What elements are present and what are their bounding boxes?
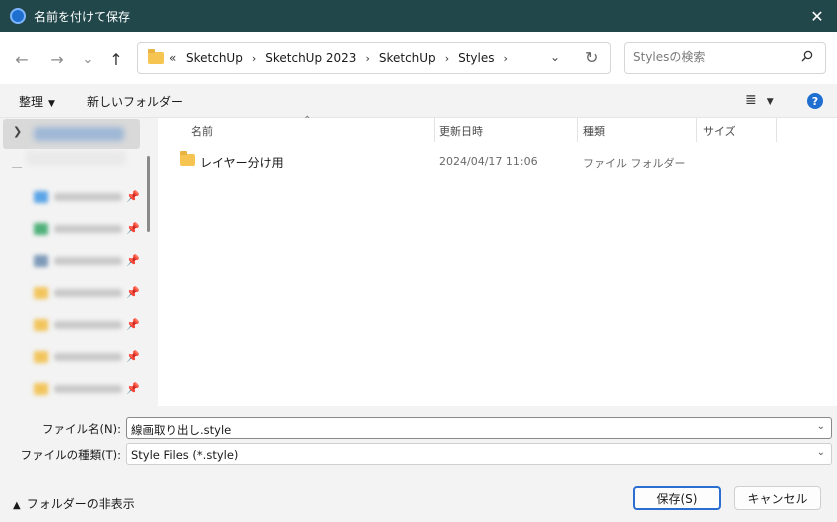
file-row[interactable]: レイヤー分け用 2024/04/17 11:06 ファイル フォルダー — [158, 150, 837, 172]
pin-icon[interactable]: 📌 — [126, 222, 140, 235]
save-button[interactable]: 保存(S) — [633, 486, 721, 510]
column-header-size[interactable]: サイズ — [703, 118, 736, 142]
organize-label: 整理 — [19, 95, 44, 109]
sidebar-item-pinned[interactable]: 📌 — [34, 188, 140, 208]
close-icon[interactable]: ✕ — [797, 0, 837, 32]
address-bar[interactable]: « SketchUp › SketchUp 2023 › SketchUp › … — [137, 42, 611, 74]
sidebar-item-pinned[interactable]: 📌 — [34, 380, 140, 400]
sidebar-item-pinned[interactable]: 📌 — [34, 316, 140, 336]
sidebar-scrollbar[interactable] — [147, 156, 150, 232]
sidebar-divider — [12, 167, 22, 168]
file-list: ⌃ 名前 更新日時 種類 サイズ レイヤー分け用 2024/04/17 11:0… — [158, 115, 837, 406]
up-arrow-icon[interactable]: ↑ — [105, 48, 127, 70]
forward-arrow-icon[interactable]: → — [46, 48, 68, 70]
breadcrumb-item-sketchup[interactable]: SketchUp — [186, 51, 243, 65]
sidebar-item-pinned[interactable]: 📌 — [34, 220, 140, 240]
hide-folders-button[interactable]: ▲ フォルダーの非表示 — [13, 495, 135, 512]
documents-icon — [34, 255, 48, 267]
breadcrumb-separator-icon[interactable]: › — [445, 52, 449, 65]
dialog-footer: ▲ フォルダーの非表示 保存(S) キャンセル — [0, 468, 837, 522]
filetype-label: ファイルの種類(T): — [20, 448, 121, 462]
navigation-pane: ❯ 📌 📌 📌 📌 📌 📌 📌 — [0, 118, 158, 406]
chevron-down-icon[interactable]: ⌄ — [817, 447, 825, 458]
cancel-button[interactable]: キャンセル — [734, 486, 821, 510]
pin-icon[interactable]: 📌 — [126, 350, 140, 363]
column-header-name[interactable]: 名前 — [191, 118, 213, 142]
sidebar-blurred-home — [34, 127, 124, 141]
breadcrumb-item-styles[interactable]: Styles — [458, 51, 494, 65]
sidebar-item-label — [54, 289, 122, 297]
sidebar-item-pinned[interactable]: 📌 — [34, 252, 140, 272]
sidebar-item-label — [54, 225, 122, 233]
column-divider[interactable] — [434, 118, 435, 142]
window-title: 名前を付けて保存 — [34, 10, 131, 24]
file-type: ファイル フォルダー — [583, 157, 686, 170]
sidebar-item-label — [54, 321, 122, 329]
save-fields: ファイル名(N): 線画取り出し.style ⌄ ファイルの種類(T): Sty… — [0, 406, 837, 468]
filename-field[interactable]: 線画取り出し.style ⌄ — [126, 417, 832, 439]
sidebar-item-label — [54, 193, 122, 201]
breadcrumb: SketchUp › SketchUp 2023 › SketchUp › St… — [186, 51, 517, 65]
search-input[interactable] — [633, 50, 793, 64]
help-icon[interactable]: ? — [807, 93, 823, 109]
pin-icon[interactable]: 📌 — [126, 382, 140, 395]
sidebar-blurred-item — [26, 151, 126, 165]
new-folder-button[interactable]: 新しいフォルダー — [87, 93, 183, 110]
breadcrumb-separator-icon[interactable]: › — [365, 52, 369, 65]
breadcrumb-separator-icon[interactable]: › — [252, 52, 256, 65]
address-dropdown-icon[interactable]: ⌄ — [550, 50, 560, 64]
desktop-icon — [34, 191, 48, 203]
recent-locations-chevron-icon[interactable]: ⌄ — [77, 48, 99, 70]
list-view-icon: ≣ — [745, 92, 757, 108]
refresh-icon[interactable]: ↻ — [585, 48, 598, 67]
column-divider[interactable] — [577, 118, 578, 142]
sidebar-item-pinned[interactable]: 📌 — [34, 284, 140, 304]
sidebar-item-label — [54, 385, 122, 393]
sidebar-item-label — [54, 353, 122, 361]
overflow-chevron-icon[interactable]: « — [169, 51, 176, 65]
hide-folders-label: フォルダーの非表示 — [26, 497, 135, 511]
chevron-up-icon: ▲ — [13, 500, 21, 511]
column-header-type[interactable]: 種類 — [583, 118, 605, 142]
breadcrumb-separator-icon[interactable]: › — [504, 52, 508, 65]
filetype-value: Style Files (*.style) — [131, 448, 239, 462]
file-name: レイヤー分け用 — [200, 156, 284, 170]
sidebar-item-pinned[interactable]: 📌 — [34, 348, 140, 368]
sort-ascending-icon: ⌃ — [303, 115, 312, 126]
folder-icon — [34, 351, 48, 363]
pin-icon[interactable]: 📌 — [126, 190, 140, 203]
sketchup-app-icon — [10, 8, 26, 24]
view-options-button[interactable]: ≣ ▼ — [745, 92, 774, 108]
folder-icon — [180, 151, 195, 166]
navigation-bar: ← → ⌄ ↑ « SketchUp › SketchUp 2023 › Ske… — [0, 32, 837, 84]
breadcrumb-item-sketchup-sub[interactable]: SketchUp — [379, 51, 436, 65]
caret-down-icon: ▼ — [48, 99, 55, 109]
pin-icon[interactable]: 📌 — [126, 318, 140, 331]
breadcrumb-item-sketchup-2023[interactable]: SketchUp 2023 — [265, 51, 356, 65]
column-header-date[interactable]: 更新日時 — [439, 118, 483, 142]
file-date: 2024/04/17 11:06 — [439, 155, 538, 168]
folder-icon — [34, 287, 48, 299]
pin-icon[interactable]: 📌 — [126, 286, 140, 299]
sidebar-item-label — [54, 257, 122, 265]
search-icon[interactable] — [801, 50, 813, 66]
command-toolbar: 整理 ▼ 新しいフォルダー ≣ ▼ ? — [0, 84, 837, 118]
organize-button[interactable]: 整理 ▼ — [19, 93, 55, 110]
expand-chevron-icon[interactable]: ❯ — [13, 125, 22, 138]
filetype-select[interactable]: Style Files (*.style) ⌄ — [126, 443, 832, 465]
chevron-down-icon[interactable]: ⌄ — [817, 421, 825, 432]
downloads-icon — [34, 223, 48, 235]
title-bar: 名前を付けて保存 ✕ — [0, 0, 837, 32]
caret-down-icon: ▼ — [766, 97, 774, 107]
column-divider[interactable] — [776, 118, 777, 142]
column-divider[interactable] — [696, 118, 697, 142]
search-box — [624, 42, 826, 74]
folder-icon — [148, 49, 164, 64]
filename-label: ファイル名(N): — [42, 422, 121, 436]
filename-value: 線画取り出し.style — [131, 423, 232, 437]
folder-icon — [34, 383, 48, 395]
back-arrow-icon[interactable]: ← — [11, 48, 33, 70]
folder-icon — [34, 319, 48, 331]
pin-icon[interactable]: 📌 — [126, 254, 140, 267]
